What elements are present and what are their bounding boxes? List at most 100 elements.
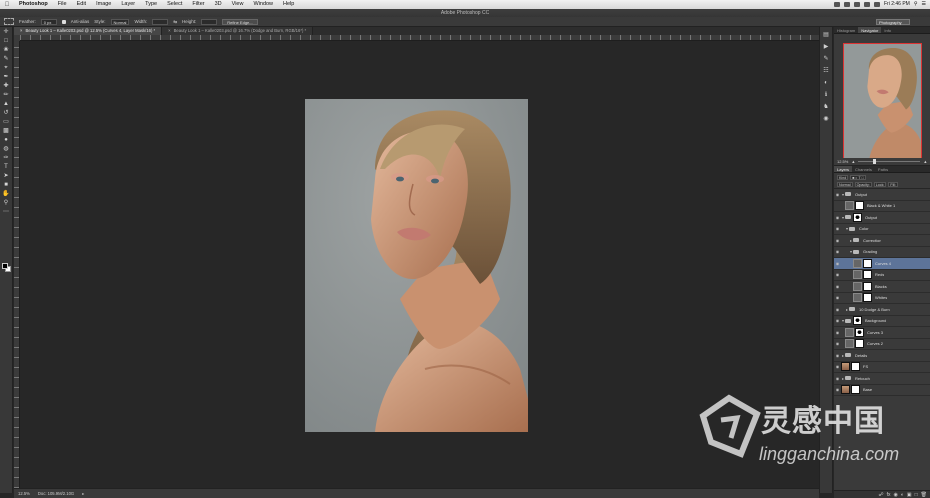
- layer-row[interactable]: ◉ Curves 2: [834, 339, 930, 350]
- visibility-eye-icon[interactable]: ◉: [834, 387, 841, 392]
- tab-histogram[interactable]: Histogram: [834, 27, 858, 33]
- visibility-eye-icon[interactable]: ◉: [834, 318, 841, 323]
- layer-mask-thumbnail[interactable]: [853, 316, 862, 326]
- adjustment-icon[interactable]: [853, 281, 862, 291]
- zoom-out-icon[interactable]: ▲: [851, 159, 855, 164]
- new-adjustment-icon[interactable]: ◐: [901, 492, 904, 498]
- visibility-eye-icon[interactable]: ◉: [834, 341, 841, 346]
- brush-tool-icon[interactable]: ✏: [2, 92, 11, 99]
- close-icon[interactable]: ×: [20, 28, 22, 33]
- eyedropper-tool-icon[interactable]: ✒: [2, 74, 11, 81]
- style-select[interactable]: Normal: [110, 18, 130, 25]
- layer-mask-thumbnail[interactable]: [863, 281, 872, 291]
- tab-channels[interactable]: Channels: [852, 166, 875, 172]
- new-layer-icon[interactable]: □: [915, 492, 918, 498]
- lasso-tool-icon[interactable]: ❀: [2, 47, 11, 54]
- filter-icons[interactable]: ■ ◐ T □: [850, 175, 866, 180]
- layer-mask-thumbnail[interactable]: [851, 385, 860, 395]
- kind-filter[interactable]: Kind: [837, 175, 849, 180]
- visibility-eye-icon[interactable]: ◉: [834, 284, 841, 289]
- layer-row[interactable]: ◉ Curves 4: [834, 258, 930, 270]
- clone-source-icon[interactable]: ♞: [822, 104, 830, 111]
- status-arrow-icon[interactable]: ▸: [82, 491, 84, 496]
- layer-row[interactable]: ◉ ▸ Correction: [834, 235, 930, 247]
- layer-mask-thumbnail[interactable]: [863, 258, 872, 268]
- menu-layer[interactable]: Layer: [116, 0, 140, 9]
- tab-layers[interactable]: Layers: [834, 166, 853, 172]
- blur-tool-icon[interactable]: ●: [2, 137, 11, 144]
- crop-tool-icon[interactable]: ⌖: [2, 65, 11, 72]
- visibility-eye-icon[interactable]: ◉: [834, 226, 841, 231]
- layer-row[interactable]: ◉ Reds: [834, 270, 930, 281]
- info-panel-icon[interactable]: ℹ: [822, 92, 830, 99]
- shape-tool-icon[interactable]: ■: [2, 182, 11, 189]
- menu-photoshop[interactable]: Photoshop: [14, 0, 53, 9]
- marquee-tool-preset-icon[interactable]: [4, 18, 14, 25]
- layer-mask-thumbnail[interactable]: [855, 327, 864, 337]
- width-input[interactable]: [152, 18, 169, 25]
- layer-row[interactable]: Black & White 1: [834, 201, 930, 212]
- navigator-preview[interactable]: [843, 43, 922, 161]
- doc-tab-1[interactable]: × Beauty Look 1 – Kalle0203.psd @ 12.5% (…: [14, 27, 163, 35]
- properties-panel-icon[interactable]: ☷: [822, 68, 830, 75]
- adjustments-panel-icon[interactable]: ◐: [822, 80, 830, 87]
- visibility-eye-icon[interactable]: ◉: [834, 295, 841, 300]
- layer-row[interactable]: ◉ ▾ Output: [834, 212, 930, 224]
- layer-row[interactable]: ◉ ▸ 10 Dodge & Burn: [834, 304, 930, 316]
- document-canvas[interactable]: [20, 41, 819, 488]
- visibility-eye-icon[interactable]: ◉: [834, 307, 841, 312]
- workspace-select[interactable]: Photography: [876, 19, 910, 25]
- menu-type[interactable]: Type: [140, 0, 162, 9]
- healing-tool-icon[interactable]: ✚: [2, 83, 11, 90]
- layer-mask-thumbnail[interactable]: [855, 201, 864, 211]
- zoom-slider-knob[interactable]: [873, 159, 877, 164]
- dodge-tool-icon[interactable]: ◍: [2, 146, 11, 153]
- portrait-photo[interactable]: [305, 99, 528, 432]
- close-icon[interactable]: ×: [168, 28, 170, 33]
- fx-icon[interactable]: fx: [887, 492, 891, 498]
- pen-tool-icon[interactable]: ✑: [2, 155, 11, 162]
- zoom-tool-icon[interactable]: ⚲: [2, 200, 11, 207]
- quick-select-tool-icon[interactable]: ✎: [2, 56, 11, 63]
- visibility-eye-icon[interactable]: ◉: [834, 261, 841, 266]
- notifications-icon[interactable]: ☰: [922, 0, 926, 9]
- lock-label[interactable]: Lock:: [873, 182, 887, 187]
- move-tool-icon[interactable]: ✛: [2, 29, 11, 36]
- menu-help[interactable]: Help: [278, 0, 299, 9]
- add-mask-icon[interactable]: ◉: [893, 492, 897, 498]
- battery-icon[interactable]: [874, 2, 880, 7]
- menu-image[interactable]: Image: [91, 0, 116, 9]
- history-brush-tool-icon[interactable]: ↺: [2, 110, 11, 117]
- layer-row[interactable]: ◉ ▾ Output: [834, 189, 930, 201]
- layer-row[interactable]: ◉ ▾ Background: [834, 316, 930, 327]
- blend-mode-select[interactable]: Normal: [837, 182, 853, 187]
- layer-mask-thumbnail[interactable]: [853, 212, 862, 222]
- adjustment-icon[interactable]: [845, 201, 854, 211]
- tab-navigator[interactable]: Navigator: [858, 27, 882, 33]
- clock[interactable]: Fri 2:46 PM: [884, 0, 910, 9]
- antialias-checkbox[interactable]: [61, 19, 66, 24]
- tab-info[interactable]: Info: [881, 27, 894, 33]
- zoom-in-icon[interactable]: ▲: [923, 159, 927, 164]
- adjustment-icon[interactable]: [845, 339, 854, 349]
- visibility-eye-icon[interactable]: ◉: [834, 215, 841, 220]
- status-doc-size[interactable]: Doc: 105.9M/2.10G: [38, 491, 74, 496]
- height-input[interactable]: [201, 18, 218, 25]
- menu-view[interactable]: View: [227, 0, 249, 9]
- tab-paths[interactable]: Paths: [875, 166, 891, 172]
- history-panel-icon[interactable]: ▤: [822, 32, 830, 39]
- marquee-tool-icon[interactable]: □: [2, 38, 11, 45]
- path-select-tool-icon[interactable]: ➤: [2, 173, 11, 180]
- layer-row[interactable]: ◉ Base: [834, 385, 930, 396]
- dropbox-icon[interactable]: [834, 2, 840, 7]
- layer-row[interactable]: ◉ Whites: [834, 293, 930, 304]
- feather-input[interactable]: 0 px: [40, 18, 57, 25]
- volume-icon[interactable]: [864, 2, 870, 7]
- visibility-eye-icon[interactable]: ◉: [834, 353, 841, 358]
- menu-file[interactable]: File: [53, 0, 72, 9]
- bluetooth-icon[interactable]: [844, 2, 850, 7]
- menu-3d[interactable]: 3D: [210, 0, 227, 9]
- visibility-eye-icon[interactable]: ◉: [834, 376, 841, 381]
- layer-row[interactable]: ◉ Blacks: [834, 281, 930, 293]
- adjustment-icon[interactable]: [853, 258, 862, 268]
